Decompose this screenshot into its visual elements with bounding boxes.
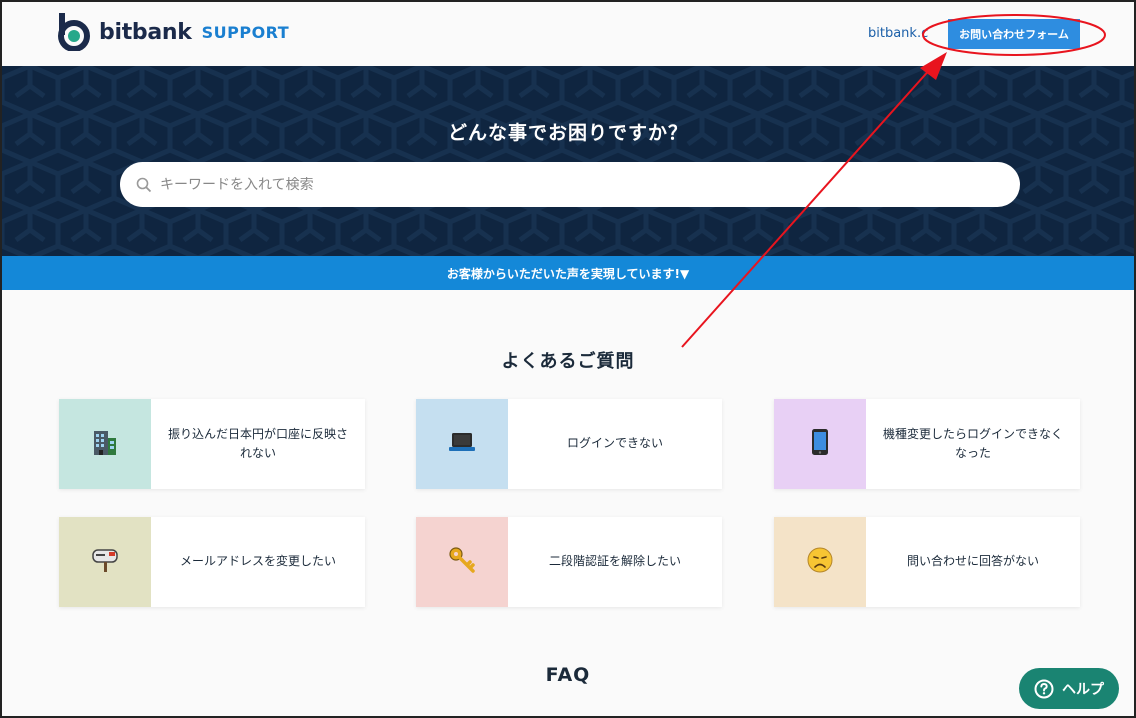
card-icon-box xyxy=(774,399,866,489)
search-bar[interactable] xyxy=(120,162,1020,207)
card-icon-box xyxy=(59,517,151,607)
bitbank-logo-icon xyxy=(57,13,91,52)
site-logo[interactable]: bitbank SUPPORT xyxy=(57,13,290,52)
search-icon xyxy=(136,177,152,193)
card-icon-box xyxy=(774,517,866,607)
question-circle-icon xyxy=(1034,679,1054,699)
smartphone-icon xyxy=(811,428,829,460)
mailbox-icon xyxy=(91,546,119,578)
page-frame: bitbank SUPPORT bitbank.cc お問い合わせフォーム どん… xyxy=(0,0,1136,718)
office-building-icon xyxy=(92,428,118,460)
hero-background-pattern xyxy=(2,66,1134,256)
logo-support-text: SUPPORT xyxy=(201,22,290,42)
faq-card-no-reply[interactable]: 問い合わせに回答がない xyxy=(774,517,1080,607)
faq-heading: FAQ xyxy=(545,664,591,686)
card-label: ログインできない xyxy=(566,436,663,451)
card-icon-box xyxy=(416,517,508,607)
card-label: 二段階認証を解除したい xyxy=(548,554,681,569)
hero-section: どんな事でお困りですか？ xyxy=(2,66,1134,256)
card-label: 機種変更したらログインできなくなった xyxy=(882,426,1063,460)
help-button-label: ヘルプ xyxy=(1062,680,1104,697)
card-label: 問い合わせに回答がない xyxy=(906,554,1039,569)
search-input[interactable] xyxy=(160,176,960,193)
site-header: bitbank SUPPORT bitbank.cc お問い合わせフォーム xyxy=(2,2,1134,66)
bitbank-site-link[interactable]: bitbank.cc xyxy=(868,26,928,41)
card-label: メールアドレスを変更したい xyxy=(179,554,336,569)
sad-face-icon xyxy=(806,546,834,578)
logo-text: bitbank xyxy=(99,19,192,45)
announcement-banner[interactable]: お客様からいただいた声を実現しています!▼ xyxy=(2,256,1134,290)
faq-card-email-change[interactable]: メールアドレスを変更したい xyxy=(59,517,365,607)
hero-title: どんな事でお困りですか？ xyxy=(447,122,688,144)
contact-form-button[interactable]: お問い合わせフォーム xyxy=(948,19,1080,49)
faq-section-title: よくあるご質問 xyxy=(501,351,635,372)
faq-card-2fa[interactable]: 二段階認証を解除したい xyxy=(416,517,722,607)
faq-card-login[interactable]: ログインできない xyxy=(416,399,722,489)
faq-card-deposit[interactable]: 振り込んだ日本円が口座に反映されない xyxy=(59,399,365,489)
card-label: 振り込んだ日本円が口座に反映されない xyxy=(167,426,348,460)
card-icon-box xyxy=(59,399,151,489)
faq-card-device-change[interactable]: 機種変更したらログインできなくなった xyxy=(774,399,1080,489)
key-icon xyxy=(448,546,476,578)
card-icon-box xyxy=(416,399,508,489)
help-button[interactable]: ヘルプ xyxy=(1019,668,1119,709)
laptop-icon xyxy=(448,431,476,457)
